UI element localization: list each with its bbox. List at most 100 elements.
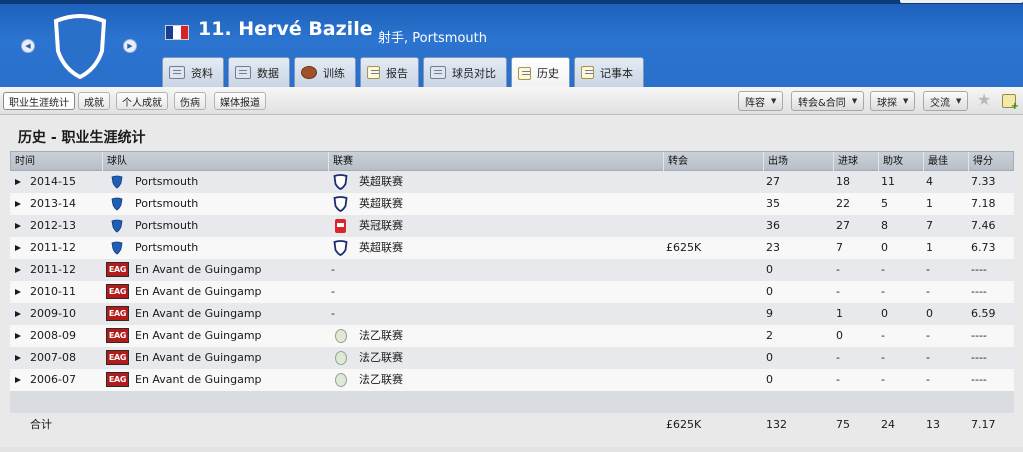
guingamp-badge-icon[interactable]: EAG	[106, 372, 129, 387]
cell-season: 2012-13	[30, 219, 76, 232]
subtab-achievements[interactable]: 成就	[78, 92, 110, 110]
squad-dropdown-label: 阵容	[745, 97, 765, 109]
guingamp-badge-icon[interactable]: EAG	[106, 262, 129, 277]
cell-league[interactable]: 英超联赛	[359, 171, 403, 193]
guingamp-badge-icon[interactable]: EAG	[106, 284, 129, 299]
premier-league-logo-icon[interactable]	[333, 196, 348, 212]
premier-league-logo-icon[interactable]	[333, 174, 348, 190]
table-row[interactable]: EAG 2009-10 En Avant de Guingamp - 9 1 0 0 6.59	[10, 303, 1014, 325]
column-header-rating[interactable]: 得分	[968, 152, 1015, 171]
row-expand-arrow-icon[interactable]	[15, 311, 21, 317]
add-note-icon[interactable]	[1002, 94, 1019, 112]
cell-season: 2011-12	[30, 241, 76, 254]
portsmouth-badge-icon[interactable]	[111, 175, 123, 189]
previous-player-button[interactable]: ◀	[21, 39, 35, 53]
ligue2-logo-icon[interactable]	[335, 329, 347, 343]
column-header-fee[interactable]: 转会	[663, 152, 763, 171]
portsmouth-badge-icon[interactable]	[111, 197, 123, 211]
cell-league[interactable]: 英超联赛	[359, 237, 403, 259]
next-player-button[interactable]: ▶	[123, 39, 137, 53]
portsmouth-badge-icon[interactable]	[111, 241, 123, 255]
cell-team[interactable]: En Avant de Guingamp	[135, 369, 262, 391]
table-row[interactable]: 2011-12 Portsmouth 英超联赛 £625K 23 7 0 1 6.73	[10, 237, 1014, 259]
cell-team[interactable]: En Avant de Guingamp	[135, 325, 262, 347]
row-expand-arrow-icon[interactable]	[15, 267, 21, 273]
tab-stats[interactable]: 数据	[228, 57, 290, 87]
tab-report[interactable]: 报告	[360, 57, 419, 87]
table-row[interactable]: EAG 2007-08 En Avant de Guingamp 法乙联赛 0- - - --…	[10, 347, 1014, 369]
table-row[interactable]: 2012-13 Portsmouth 英冠联赛 36 27 8 7 7.46	[10, 215, 1014, 237]
cell-assists: 5	[881, 197, 888, 210]
row-expand-arrow-icon[interactable]	[15, 223, 21, 229]
header-top-line	[0, 0, 1023, 4]
subtab-career-stats[interactable]: 职业生涯统计	[3, 92, 75, 110]
row-expand-arrow-icon[interactable]	[15, 201, 21, 207]
cell-league[interactable]: 法乙联赛	[359, 347, 403, 369]
tab-history[interactable]: 历史	[511, 57, 570, 88]
cell-team[interactable]: Portsmouth	[135, 171, 198, 193]
cell-league[interactable]: -	[331, 303, 335, 325]
cell-team[interactable]: Portsmouth	[135, 193, 198, 215]
ligue2-logo-icon[interactable]	[335, 351, 347, 365]
column-header-goals[interactable]: 进球	[833, 152, 878, 171]
window-top-search-edge[interactable]	[900, 0, 1023, 3]
portsmouth-badge-icon[interactable]	[111, 219, 123, 233]
totals-label: 合计	[30, 418, 52, 431]
subtab-media-reports[interactable]: 媒体报道	[214, 92, 266, 110]
cell-league[interactable]: 英超联赛	[359, 193, 403, 215]
tab-profile[interactable]: 资料	[162, 57, 224, 87]
transfer-contract-dropdown[interactable]: 转会&合同 ▼	[791, 91, 865, 111]
cell-league[interactable]: 法乙联赛	[359, 325, 403, 347]
cell-apps: 0	[766, 285, 773, 298]
column-header-pom[interactable]: 最佳	[923, 152, 968, 171]
table-row[interactable]: EAG 2006-07 En Avant de Guingamp 法乙联赛 0- - - --…	[10, 369, 1014, 391]
cell-league[interactable]: -	[331, 259, 335, 281]
table-row[interactable]: EAG 2011-12 En Avant de Guingamp -0- - - ----	[10, 259, 1014, 281]
cell-league[interactable]: 英冠联赛	[359, 215, 403, 237]
table-row[interactable]: EAG 2008-09 En Avant de Guingamp 法乙联赛 2 0- - --…	[10, 325, 1014, 347]
table-row[interactable]: 2013-14 Portsmouth 英超联赛 35 22 5 1 7.18	[10, 193, 1014, 215]
row-expand-arrow-icon[interactable]	[15, 179, 21, 185]
squad-dropdown[interactable]: 阵容 ▼	[738, 91, 784, 111]
cell-assists: -	[881, 373, 885, 386]
cell-league[interactable]: 法乙联赛	[359, 369, 403, 391]
row-expand-arrow-icon[interactable]	[15, 245, 21, 251]
column-header-assists[interactable]: 助攻	[878, 152, 923, 171]
column-header-league[interactable]: 联赛	[328, 152, 663, 171]
club-crest-placeholder-icon[interactable]	[52, 13, 108, 79]
scouting-dropdown[interactable]: 球探 ▼	[870, 91, 916, 111]
row-expand-arrow-icon[interactable]	[15, 355, 21, 361]
shortlist-star-icon[interactable]: ★	[977, 92, 991, 108]
cell-season: 2010-11	[30, 285, 76, 298]
column-header-apps[interactable]: 出场	[763, 152, 833, 171]
tab-notebook[interactable]: 记事本	[574, 57, 644, 87]
column-header-team[interactable]: 球队	[102, 152, 328, 171]
cell-team[interactable]: En Avant de Guingamp	[135, 303, 262, 325]
interact-dropdown[interactable]: 交流 ▼	[923, 91, 969, 111]
subtab-individual-awards[interactable]: 个人成就	[116, 92, 168, 110]
subtab-injuries[interactable]: 伤病	[174, 92, 206, 110]
cell-rating: ----	[971, 351, 987, 364]
row-expand-arrow-icon[interactable]	[15, 289, 21, 295]
table-row[interactable]: 2014-15 Portsmouth 英超联赛 27 18 11 4 7.33	[10, 171, 1014, 193]
row-expand-arrow-icon[interactable]	[15, 377, 21, 383]
cell-team[interactable]: Portsmouth	[135, 237, 198, 259]
tab-compare[interactable]: 球员对比	[423, 57, 507, 87]
cell-team[interactable]: En Avant de Guingamp	[135, 259, 262, 281]
championship-logo-icon[interactable]	[333, 218, 348, 234]
cell-rating: ----	[971, 329, 987, 342]
row-expand-arrow-icon[interactable]	[15, 333, 21, 339]
premier-league-logo-icon[interactable]	[333, 240, 348, 256]
tab-training[interactable]: 训练	[294, 57, 356, 87]
compare-icon	[430, 66, 446, 79]
ligue2-logo-icon[interactable]	[335, 373, 347, 387]
column-header-season[interactable]: 时间	[11, 152, 102, 171]
guingamp-badge-icon[interactable]: EAG	[106, 350, 129, 365]
guingamp-badge-icon[interactable]: EAG	[106, 306, 129, 321]
cell-league[interactable]: -	[331, 281, 335, 303]
cell-team[interactable]: En Avant de Guingamp	[135, 347, 262, 369]
guingamp-badge-icon[interactable]: EAG	[106, 328, 129, 343]
table-row[interactable]: EAG 2010-11 En Avant de Guingamp -0- - - ----	[10, 281, 1014, 303]
cell-team[interactable]: Portsmouth	[135, 215, 198, 237]
cell-team[interactable]: En Avant de Guingamp	[135, 281, 262, 303]
